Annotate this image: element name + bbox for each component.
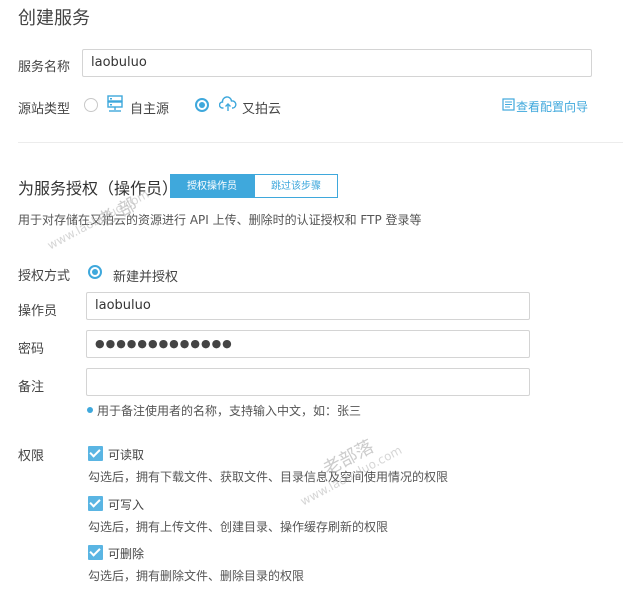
write-permission-label[interactable]: 可写入: [108, 496, 144, 513]
source-option-upyun[interactable]: 又拍云: [242, 98, 281, 117]
read-permission-label[interactable]: 可读取: [108, 446, 144, 463]
auth-method-label: 授权方式: [18, 269, 71, 284]
operator-input[interactable]: laobuluo: [86, 292, 530, 320]
delete-permission-label[interactable]: 可删除: [108, 545, 144, 562]
radio-upyun-source[interactable]: [195, 98, 209, 112]
radio-self-source[interactable]: [84, 98, 98, 112]
skip-step-button[interactable]: 跳过该步骤: [254, 174, 338, 198]
section-divider: [18, 142, 623, 143]
auth-section-title: 为服务授权（操作员）: [18, 179, 179, 198]
write-permission-checkbox[interactable]: [88, 496, 103, 511]
note-hint: 用于备注使用者的名称，支持输入中文，如：张三: [97, 404, 362, 418]
guide-doc-icon: [502, 98, 515, 111]
server-icon: [107, 95, 123, 113]
read-permission-desc: 勾选后，拥有下载文件、获取文件、目录信息及空间使用情况的权限: [88, 470, 449, 484]
authorize-operator-button[interactable]: 授权操作员: [170, 174, 254, 198]
delete-permission-checkbox[interactable]: [88, 545, 103, 560]
password-label: 密码: [18, 342, 45, 357]
delete-permission-desc: 勾选后，拥有删除文件、删除目录的权限: [88, 569, 305, 583]
note-label: 备注: [18, 380, 45, 395]
page-title: 创建服务: [18, 8, 90, 29]
hint-bullet-icon: [87, 407, 93, 413]
permissions-label: 权限: [18, 449, 45, 464]
auth-method-option[interactable]: 新建并授权: [113, 266, 178, 285]
operator-label: 操作员: [18, 304, 58, 319]
source-option-self[interactable]: 自主源: [130, 98, 169, 117]
radio-create-and-authorize[interactable]: [88, 265, 102, 279]
config-guide-link[interactable]: 查看配置向导: [516, 98, 588, 115]
service-name-input[interactable]: laobuluo: [82, 49, 592, 77]
service-name-label: 服务名称: [18, 60, 71, 75]
note-input[interactable]: [86, 368, 530, 396]
cloud-upload-icon: [218, 96, 237, 112]
password-input[interactable]: ●●●●●●●●●●●●●: [86, 330, 530, 358]
source-type-label: 源站类型: [18, 102, 71, 117]
write-permission-desc: 勾选后，拥有上传文件、创建目录、操作缓存刷新的权限: [88, 520, 389, 534]
read-permission-checkbox[interactable]: [88, 446, 103, 461]
